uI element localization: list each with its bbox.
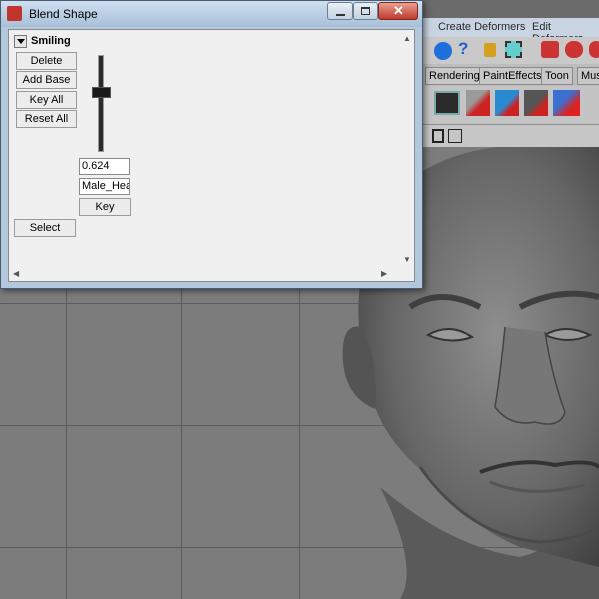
minimize-button[interactable] (327, 2, 353, 20)
delete-button[interactable]: Delete (16, 52, 77, 70)
blend-shape-window[interactable]: Blend Shape ✕ Smiling Delete Add Base Ke… (0, 0, 423, 289)
key-all-button[interactable]: Key All (16, 91, 77, 109)
cube-dark-icon[interactable] (524, 90, 548, 116)
paint-weights-icon[interactable] (553, 90, 580, 116)
select-button[interactable]: Select (14, 219, 76, 237)
base-mesh-field[interactable]: Male_Head (79, 178, 130, 195)
blend-shape-panel: Smiling Delete Add Base Key All Reset Al… (8, 29, 415, 282)
magnet-grid-icon[interactable] (541, 41, 559, 58)
weight-value-field[interactable]: 0.624 (79, 158, 130, 175)
frame-icon[interactable] (432, 129, 444, 143)
weight-slider-thumb[interactable] (92, 87, 111, 98)
scroll-right-icon[interactable]: ▶ (381, 269, 387, 278)
close-button[interactable]: ✕ (378, 2, 418, 20)
deformer-tool-icon[interactable] (466, 90, 490, 116)
key-button[interactable]: Key (79, 198, 131, 216)
window-titlebar[interactable]: Blend Shape ✕ (1, 1, 422, 27)
shelf-tab-muscle[interactable]: Mus (577, 67, 599, 85)
reset-all-button[interactable]: Reset All (16, 110, 77, 128)
camera-settings-icon[interactable] (448, 129, 462, 143)
add-base-button[interactable]: Add Base (16, 71, 77, 89)
weight-slider-track[interactable] (98, 55, 104, 152)
close-icon: ✕ (393, 3, 404, 18)
blend-target-name: Smiling (31, 35, 71, 47)
chevron-down-icon (17, 39, 25, 44)
help-icon[interactable]: ? (458, 39, 468, 59)
globe-icon[interactable] (434, 42, 452, 60)
maximize-button[interactable] (353, 2, 378, 20)
script-editor-icon[interactable] (434, 91, 460, 115)
maximize-icon (361, 7, 370, 15)
cube-blue-icon[interactable] (495, 90, 519, 116)
target-header: Smiling (14, 35, 134, 50)
horizontal-scrollbar[interactable]: ◀ ▶ (9, 266, 414, 281)
window-title: Blend Shape (29, 7, 98, 21)
menu-create-deformers[interactable]: Create Deformers (438, 21, 525, 33)
scroll-left-icon[interactable]: ◀ (13, 269, 19, 278)
magnet-curve-icon[interactable] (565, 41, 583, 58)
minimize-icon (336, 14, 345, 16)
maya-app-icon (7, 6, 22, 21)
scroll-down-icon[interactable]: ▼ (403, 255, 411, 264)
lock-icon[interactable] (484, 43, 496, 57)
vertical-scrollbar[interactable]: ▲ ▼ (399, 30, 414, 266)
scroll-up-icon[interactable]: ▲ (403, 34, 411, 43)
select-region-icon[interactable] (505, 41, 522, 58)
magnet-point-icon[interactable] (589, 41, 599, 58)
collapse-toggle[interactable] (14, 35, 27, 48)
shelf-tab-toon[interactable]: Toon (541, 67, 573, 85)
shelf-tab-painteffects[interactable]: PaintEffects (479, 67, 546, 85)
shelf-tab-rendering[interactable]: Rendering (425, 67, 484, 85)
